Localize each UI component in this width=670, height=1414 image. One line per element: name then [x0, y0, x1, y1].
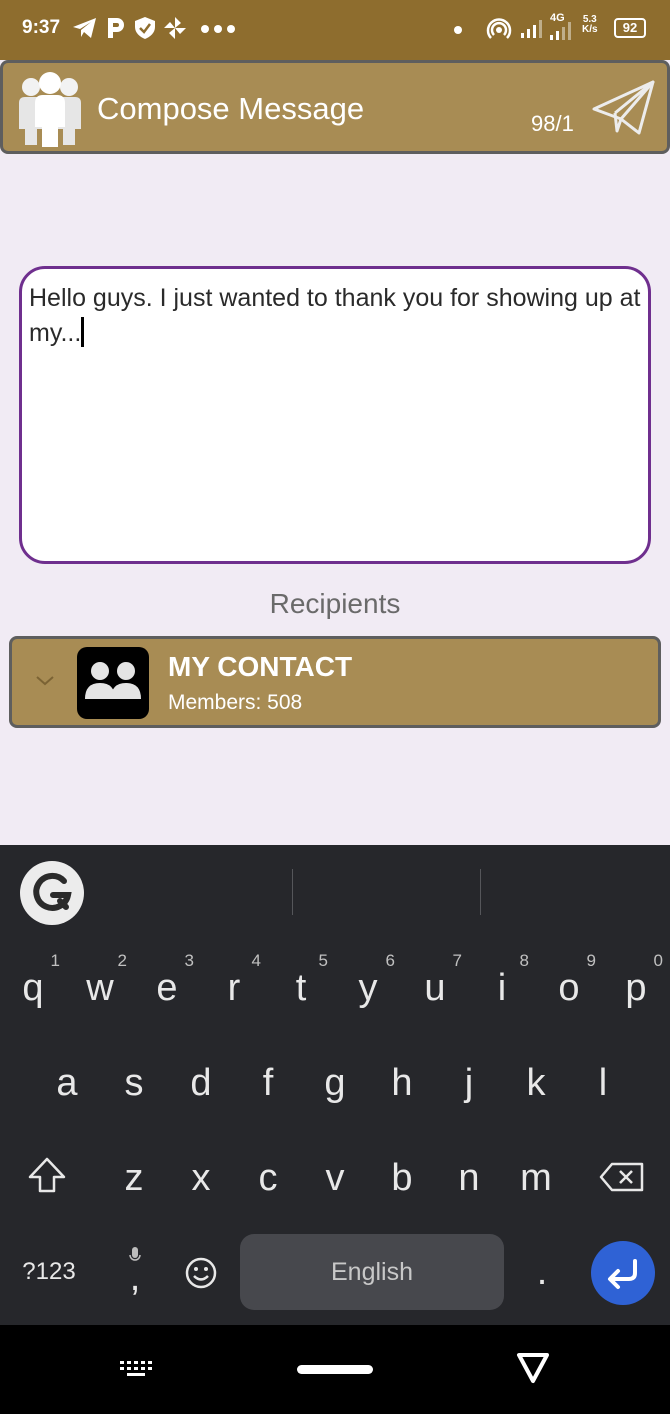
key-hint: 3 — [184, 951, 194, 970]
comma-key[interactable]: , — [102, 1232, 168, 1312]
group-name: MY CONTACT — [168, 651, 353, 682]
emoji-icon[interactable] — [184, 1256, 218, 1290]
key-g[interactable]: g — [302, 1043, 368, 1123]
key-w[interactable]: w2 — [67, 948, 133, 1028]
compose-header: Compose Message 98/1 — [0, 60, 670, 154]
status-time: 9:37 — [22, 17, 61, 38]
key-m[interactable]: m — [503, 1138, 569, 1218]
key-hint: 4 — [251, 951, 261, 970]
battery-level: 92 — [622, 20, 638, 35]
key-k[interactable]: k — [503, 1043, 569, 1123]
symbols-key[interactable]: ?123 — [16, 1232, 82, 1312]
key-e[interactable]: e3 — [134, 948, 200, 1028]
key-s[interactable]: s — [101, 1043, 167, 1123]
shift-key-icon[interactable] — [26, 1155, 68, 1195]
message-count: 98/1 — [531, 111, 574, 136]
key-t[interactable]: t5 — [268, 948, 334, 1028]
key-hint: 8 — [519, 951, 529, 970]
dot-icon — [454, 26, 462, 34]
key-i[interactable]: i8 — [469, 948, 535, 1028]
grammarly-icon — [33, 872, 72, 911]
key-c[interactable]: c — [235, 1138, 301, 1218]
network-type-label: 4G — [550, 12, 565, 24]
key-o[interactable]: o9 — [536, 948, 602, 1028]
key-f[interactable]: f — [235, 1043, 301, 1123]
key-p[interactable]: p0 — [603, 948, 669, 1028]
key-q[interactable]: q1 — [0, 948, 66, 1028]
page-title: Compose Message — [97, 91, 365, 126]
message-input[interactable]: Hello guys. I just wanted to thank you f… — [19, 266, 651, 564]
message-text: Hello guys. I just wanted to thank you f… — [29, 284, 641, 347]
suggestion-divider — [480, 869, 481, 915]
signal-icon — [521, 20, 542, 38]
shield-icon — [135, 17, 155, 39]
key-h[interactable]: h — [369, 1043, 435, 1123]
send-plane-icon[interactable] — [591, 79, 657, 137]
chevron-down-icon[interactable] — [34, 669, 56, 691]
key-hint: 6 — [385, 951, 395, 970]
key-u[interactable]: u7 — [402, 948, 468, 1028]
key-z[interactable]: z — [101, 1138, 167, 1218]
keyboard: q1w2e3r4t5y6u7i8o9p0 asdfghjkl zxcvbnm ?… — [0, 845, 670, 1325]
key-n[interactable]: n — [436, 1138, 502, 1218]
key-hint: 1 — [50, 951, 60, 970]
back-triangle-icon[interactable] — [515, 1351, 551, 1385]
p-icon — [108, 18, 124, 38]
key-b[interactable]: b — [369, 1138, 435, 1218]
more-dots-icon — [201, 25, 235, 33]
key-hint: 9 — [586, 951, 596, 970]
key-hint: 5 — [318, 951, 328, 970]
backspace-key-icon[interactable] — [598, 1161, 646, 1193]
period-key[interactable]: . — [509, 1232, 575, 1312]
key-hint: 7 — [452, 951, 462, 970]
key-a[interactable]: a — [34, 1043, 100, 1123]
recipient-group[interactable]: MY CONTACT Members: 508 — [9, 636, 661, 728]
group-members: Members: 508 — [168, 691, 303, 714]
key-j[interactable]: j — [436, 1043, 502, 1123]
key-x[interactable]: x — [168, 1138, 234, 1218]
enter-key[interactable] — [591, 1241, 655, 1305]
status-bar: 9:37 4G 5.3 K/s 92 — [0, 0, 670, 60]
telegram-icon — [73, 18, 96, 38]
pinwheel-icon — [164, 17, 186, 39]
home-indicator[interactable] — [297, 1365, 373, 1374]
space-key[interactable]: English — [240, 1234, 504, 1310]
text-cursor — [81, 317, 85, 347]
key-hint: 0 — [653, 951, 663, 970]
key-r[interactable]: r4 — [201, 948, 267, 1028]
navigation-bar — [0, 1325, 670, 1414]
key-l[interactable]: l — [570, 1043, 636, 1123]
group-people-icon — [85, 662, 141, 699]
key-d[interactable]: d — [168, 1043, 234, 1123]
key-v[interactable]: v — [302, 1138, 368, 1218]
key-y[interactable]: y6 — [335, 948, 401, 1028]
grammarly-button[interactable] — [20, 861, 84, 925]
battery-icon: 92 — [614, 18, 646, 38]
key-hint: 2 — [117, 951, 127, 970]
keyboard-toggle-icon[interactable] — [118, 1359, 154, 1379]
hotspot-icon — [486, 18, 512, 39]
enter-arrow-icon — [608, 1259, 637, 1289]
suggestion-divider — [292, 869, 293, 915]
group-avatar — [77, 647, 149, 719]
recipients-label: Recipients — [269, 588, 401, 619]
group-logo-icon — [19, 72, 81, 147]
network-speed: 5.3 K/s — [582, 14, 598, 35]
